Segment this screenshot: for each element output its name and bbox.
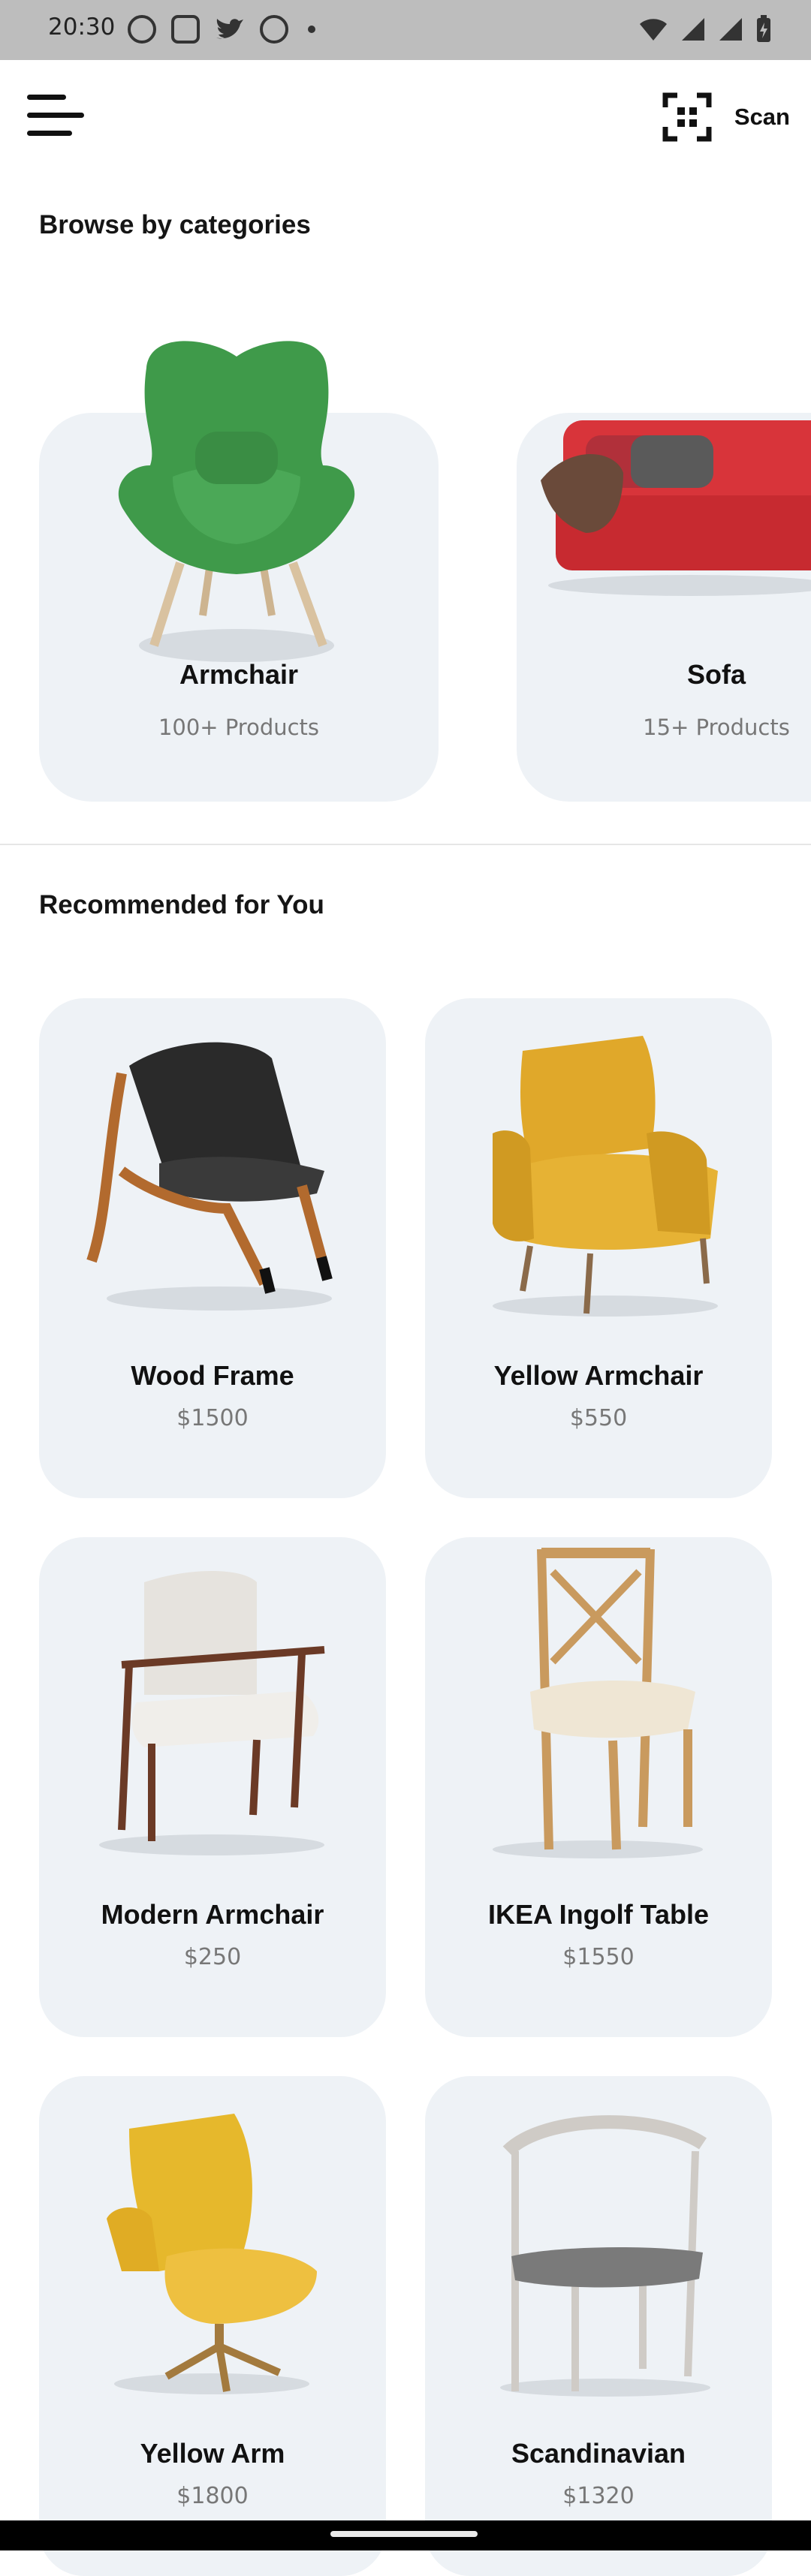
scan-label: Scan bbox=[734, 104, 790, 131]
scandinavian-image bbox=[463, 2099, 733, 2399]
scan-icon bbox=[662, 92, 712, 142]
product-price: $1320 bbox=[425, 2483, 772, 2509]
product-name: Scandinavian bbox=[425, 2438, 772, 2469]
product-name: Yellow Arm bbox=[39, 2438, 386, 2469]
product-price: $1500 bbox=[39, 1405, 386, 1431]
product-card-ikea-ingolf[interactable]: IKEA Ingolf Table $1550 bbox=[425, 1537, 772, 2037]
signal-icon bbox=[680, 17, 706, 42]
section-divider bbox=[0, 844, 811, 845]
product-card-scandinavian[interactable]: Scandinavian $1320 bbox=[425, 2076, 772, 2576]
categories-title: Browse by categories bbox=[39, 210, 311, 240]
blocked-icon bbox=[260, 15, 288, 44]
whatsapp-icon bbox=[128, 15, 156, 44]
product-card-modern-armchair[interactable]: Modern Armchair $250 bbox=[39, 1537, 386, 2037]
wood-frame-image bbox=[77, 1021, 347, 1321]
modern-armchair-image bbox=[77, 1560, 347, 1860]
battery-icon bbox=[755, 15, 772, 44]
status-time: 20:30 bbox=[48, 14, 115, 41]
app-bar: Scan bbox=[0, 60, 811, 171]
categories-carousel[interactable]: Armchair 100+ Products Sofa 15+ Products bbox=[0, 285, 811, 811]
signal-icon-2 bbox=[718, 17, 743, 42]
home-gesture-handle[interactable] bbox=[330, 2531, 478, 2537]
status-bar: 20:30 bbox=[0, 0, 811, 60]
instagram-icon bbox=[171, 15, 200, 44]
armchair-image bbox=[75, 315, 398, 691]
category-count: 100+ Products bbox=[39, 715, 439, 740]
product-card-yellow-arm[interactable]: Yellow Arm $1800 bbox=[39, 2076, 386, 2576]
product-name: Yellow Armchair bbox=[425, 1360, 772, 1392]
product-name: Wood Frame bbox=[39, 1360, 386, 1392]
product-price: $1800 bbox=[39, 2483, 386, 2509]
product-price: $250 bbox=[39, 1944, 386, 1970]
product-card-wood-frame[interactable]: Wood Frame $1500 bbox=[39, 998, 386, 1498]
more-notifications-dot bbox=[308, 26, 315, 33]
menu-icon[interactable] bbox=[27, 95, 87, 140]
ikea-ingolf-image bbox=[463, 1542, 733, 1864]
scan-button[interactable]: Scan bbox=[662, 89, 790, 146]
product-price: $550 bbox=[425, 1405, 772, 1431]
category-count: 15+ Products bbox=[517, 715, 811, 740]
yellow-arm-image bbox=[77, 2099, 347, 2399]
system-icons bbox=[638, 15, 772, 44]
product-price: $1550 bbox=[425, 1944, 772, 1970]
product-name: IKEA Ingolf Table bbox=[425, 1899, 772, 1930]
yellow-armchair-image bbox=[463, 1021, 733, 1321]
notification-icons bbox=[128, 15, 315, 44]
category-name: Sofa bbox=[517, 659, 811, 691]
recommended-title: Recommended for You bbox=[39, 890, 324, 920]
wifi-icon bbox=[638, 17, 668, 42]
sofa-image bbox=[541, 405, 811, 600]
product-card-yellow-armchair[interactable]: Yellow Armchair $550 bbox=[425, 998, 772, 1498]
twitter-icon bbox=[215, 17, 245, 42]
system-nav-bar bbox=[0, 2520, 811, 2550]
product-name: Modern Armchair bbox=[39, 1899, 386, 1930]
